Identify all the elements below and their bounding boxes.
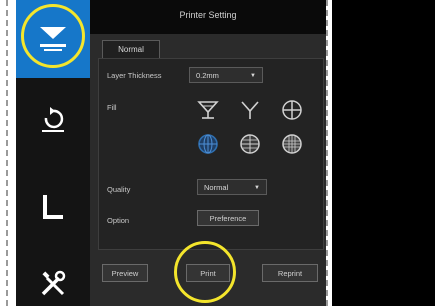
- tools-icon: [41, 270, 66, 296]
- highlight-circle: [21, 4, 85, 68]
- layer-thickness-label: Layer Thickness: [107, 71, 162, 80]
- fill-cup-icon[interactable]: [195, 97, 221, 123]
- sidebar-item-rotate[interactable]: [16, 92, 90, 148]
- highlight-circle: [174, 241, 236, 303]
- sidebar-item-axis[interactable]: [16, 180, 90, 236]
- axis-icon: [43, 195, 63, 219]
- settings-content: Layer Thickness 0.2mm ▼ Fill Quality Nor…: [98, 58, 324, 250]
- fill-crosshair-icon[interactable]: [279, 97, 305, 123]
- rotate-icon: [42, 107, 64, 132]
- preference-button[interactable]: Preference: [197, 210, 259, 226]
- fill-label: Fill: [107, 103, 117, 112]
- layer-thickness-value: 0.2mm: [196, 71, 219, 80]
- background-area: [332, 0, 435, 306]
- quality-label: Quality: [107, 185, 131, 194]
- fill-dense-sphere-icon[interactable]: [279, 131, 305, 157]
- preview-button[interactable]: Preview: [102, 264, 148, 282]
- fill-grid-sphere-icon[interactable]: [195, 131, 221, 157]
- sidebar-item-tools[interactable]: [16, 262, 90, 306]
- tab-normal[interactable]: Normal: [102, 40, 160, 59]
- fill-mesh-sphere-icon[interactable]: [237, 131, 263, 157]
- reprint-button[interactable]: Reprint: [262, 264, 318, 282]
- left-dashed-border: [6, 0, 12, 306]
- dropdown-arrow-icon: ▼: [250, 73, 256, 79]
- layer-thickness-select[interactable]: 0.2mm ▼: [189, 67, 263, 83]
- option-label: Option: [107, 216, 130, 225]
- fill-tripod-icon[interactable]: [237, 97, 263, 123]
- title-bar: Printer Setting: [90, 0, 326, 34]
- window-title: Printer Setting: [179, 10, 237, 20]
- quality-select[interactable]: Normal ▼: [197, 179, 267, 195]
- dropdown-arrow-icon: ▼: [254, 185, 260, 191]
- quality-value: Normal: [204, 183, 229, 192]
